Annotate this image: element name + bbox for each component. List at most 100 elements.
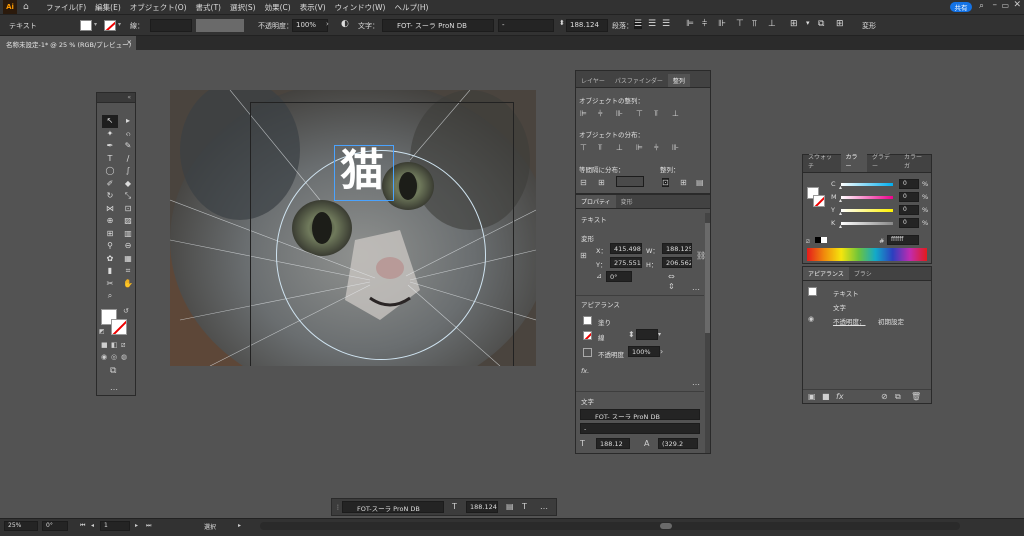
draw-normal-icon[interactable]: ◉ [101, 353, 107, 362]
direct-selection-tool-icon[interactable]: ▸ [120, 115, 136, 128]
grip-icon[interactable]: ⋮ [335, 503, 341, 512]
tab-gradient[interactable]: グラデー [867, 150, 899, 172]
align-right-icon[interactable]: ⊪ [616, 109, 623, 118]
font-family-field[interactable]: FOT- スーラ ProN DB [382, 19, 494, 32]
align-objects-right-icon[interactable]: ⊪ [718, 19, 726, 29]
font-style-field[interactable]: - [580, 423, 700, 434]
slider-thumb-icon[interactable]: ▴ [839, 184, 842, 191]
clear-appearance-icon[interactable]: ⊘ [881, 392, 888, 401]
minimize-icon[interactable]: – [993, 0, 998, 10]
draw-inside-icon[interactable]: ◍ [121, 353, 127, 362]
default-colors-icon[interactable]: ◩ [99, 327, 105, 336]
ellipse-tool-icon[interactable]: ◯ [102, 165, 118, 178]
menu-window[interactable]: ウィンドウ(W) [335, 2, 386, 13]
align-objects-left-icon[interactable]: ⊫ [686, 19, 694, 29]
align-left-icon[interactable]: ☰ [634, 19, 643, 29]
channel-value-field[interactable]: 0 [899, 205, 919, 215]
tab-layers[interactable]: レイヤー [576, 74, 610, 87]
none-mode-icon[interactable]: ⧄ [121, 341, 125, 350]
hex-field[interactable]: ffffff [887, 235, 919, 245]
text-options-icon[interactable]: T [522, 502, 527, 511]
column-graph-tool-icon[interactable]: ▦ [120, 253, 136, 266]
align-objects-hcenter-icon[interactable]: ⫩ [702, 19, 707, 29]
next-artboard-icon[interactable]: ▸ [135, 521, 138, 530]
maximize-icon[interactable]: ▭ [1001, 1, 1009, 10]
chevron-down-icon[interactable]: ▾ [806, 19, 810, 27]
stroke-swatch-none[interactable] [104, 20, 116, 31]
channel-value-field[interactable]: 0 [899, 192, 919, 202]
align-objects-top-icon[interactable]: ⊤ [736, 19, 744, 29]
align-bottom-icon[interactable]: ⊥ [672, 109, 679, 118]
eraser-tool-icon[interactable]: ◆ [120, 178, 136, 191]
channel-value-field[interactable]: 0 [899, 218, 919, 228]
stroke-swatch[interactable] [583, 331, 592, 340]
close-window-icon[interactable]: ✕ [1013, 0, 1021, 10]
visibility-eye-icon[interactable]: ◉ [808, 315, 814, 324]
recolor-icon[interactable]: ◐ [341, 19, 349, 29]
search-icon[interactable]: ⌕ [979, 1, 984, 11]
horizontal-scrollbar[interactable] [260, 522, 960, 530]
appearance-character-row[interactable]: 文字 [833, 302, 846, 312]
stepper-icon[interactable]: ⬍ [628, 330, 635, 339]
last-artboard-icon[interactable]: ⏭ [146, 521, 151, 530]
symbol-sprayer-tool-icon[interactable]: ✿ [102, 253, 118, 266]
menu-help[interactable]: ヘルプ(H) [394, 2, 428, 13]
artboard-tool-icon[interactable]: ⌗ [120, 265, 136, 278]
distribute-top-icon[interactable]: ⊤ [580, 143, 587, 152]
isolate-icon[interactable]: ⧉ [818, 19, 824, 29]
menu-view[interactable]: 表示(V) [300, 2, 326, 13]
screen-mode-icon[interactable]: ⧉ [110, 367, 116, 376]
lasso-tool-icon[interactable]: ၵ [120, 128, 136, 141]
slider-thumb-icon[interactable]: ▴ [839, 197, 842, 204]
channel-slider[interactable] [841, 222, 893, 225]
stroke-weight-field[interactable] [636, 329, 658, 340]
chevron-right-icon[interactable]: › [326, 20, 329, 28]
align-to-key-object-icon[interactable]: ⊞ [680, 178, 687, 187]
distribute-vspace-icon[interactable]: ⊟ [580, 178, 587, 187]
free-transform-tool-icon[interactable]: ⊡ [120, 203, 136, 216]
gradient-tool-icon[interactable]: ▥ [120, 228, 136, 241]
font-family-field[interactable]: FOT-スーラ ProN DB [342, 501, 444, 513]
swap-colors-icon[interactable]: ↺ [123, 307, 129, 316]
type-tool-icon[interactable]: T [102, 153, 118, 166]
stroke-color-box[interactable] [111, 319, 127, 335]
line-tool-icon[interactable]: ∕ [120, 153, 136, 166]
paragraph-icon[interactable]: ▤ [506, 502, 514, 511]
slider-thumb-icon[interactable]: ▴ [839, 223, 842, 230]
align-objects-bottom-icon[interactable]: ⊥ [768, 19, 776, 29]
align-to-selection-icon[interactable]: ⊡ [662, 178, 669, 187]
distribute-vcenter-icon[interactable]: ⫪ [598, 143, 603, 152]
chevron-down-icon[interactable]: ▾ [94, 21, 97, 28]
share-button[interactable]: 共有 [950, 2, 972, 12]
mesh-tool-icon[interactable]: ⊞ [102, 228, 118, 241]
flip-horizontal-icon[interactable]: ⇔ [668, 272, 675, 281]
delete-item-icon[interactable]: 🗑 [911, 392, 921, 401]
tab-align[interactable]: 整列 [667, 74, 690, 87]
tab-transform[interactable]: 変形 [616, 195, 638, 208]
fill-swatch[interactable] [583, 316, 592, 325]
transform-link[interactable]: 変形 [862, 21, 876, 31]
more-options-icon[interactable]: … [540, 502, 548, 511]
prev-artboard-icon[interactable]: ◂ [91, 521, 94, 530]
none-color-icon[interactable]: ⧄ [806, 237, 810, 246]
tab-swatches[interactable]: スウォッチ [803, 150, 841, 172]
draw-behind-icon[interactable]: ◎ [111, 353, 117, 362]
perspective-grid-tool-icon[interactable]: ▨ [120, 215, 136, 228]
variable-width-profile[interactable] [196, 19, 244, 32]
opacity-field[interactable]: 100% [628, 346, 660, 357]
transform-grid-icon[interactable]: ⊞ [836, 19, 844, 29]
w-field[interactable]: 188.125 [662, 243, 692, 254]
align-left-icon[interactable]: ⊫ [580, 109, 587, 118]
magic-wand-tool-icon[interactable]: ✦ [102, 128, 118, 141]
leading-field[interactable]: (329.2 [658, 438, 698, 449]
shape-builder-tool-icon[interactable]: ⊕ [102, 215, 118, 228]
distribute-bottom-icon[interactable]: ⊥ [616, 143, 623, 152]
stroke-color-box[interactable] [813, 195, 825, 207]
align-center-icon[interactable]: ☰ [648, 19, 656, 29]
align-objects-vcenter-icon[interactable]: ⫪ [752, 19, 757, 29]
reference-point-icon[interactable]: ⊞ [580, 251, 587, 260]
artwork-image[interactable]: 猫 [170, 90, 536, 366]
artboard-number-field[interactable]: 1 [100, 521, 130, 531]
selection-tool-icon[interactable]: ↖ [102, 115, 118, 128]
distribute-right-icon[interactable]: ⊪ [672, 143, 679, 152]
